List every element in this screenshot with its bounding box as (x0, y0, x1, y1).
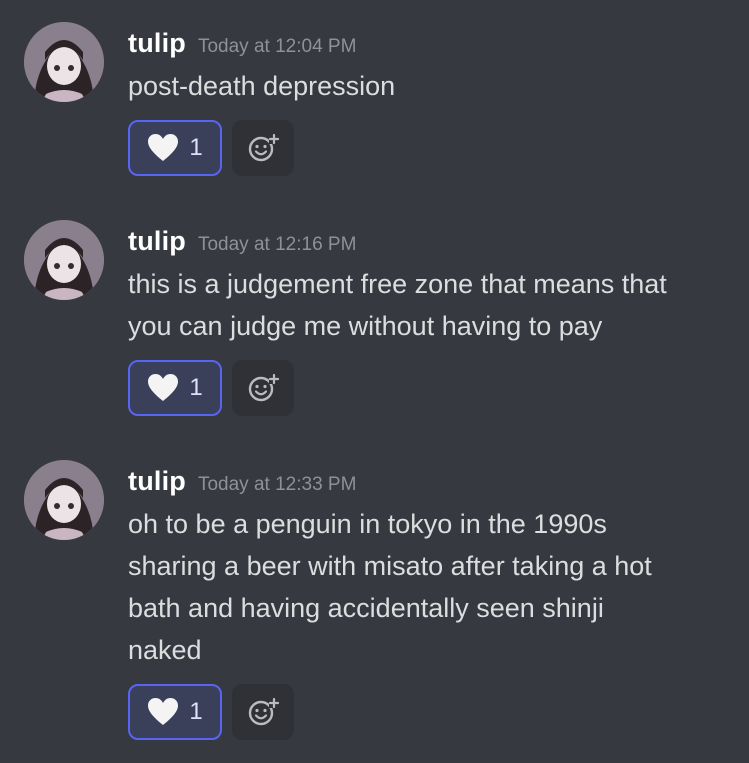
username[interactable]: tulip (128, 28, 186, 58)
reactions-bar: 1 (128, 684, 294, 740)
message-line: this is a judgement free zone that means… (128, 269, 667, 299)
message-content: post-death depression (128, 65, 728, 107)
avatar[interactable] (24, 460, 104, 540)
reaction-heart[interactable]: 1 (128, 684, 222, 740)
add-emoji-icon (248, 697, 279, 726)
message-content: oh to be a penguin in tokyo in the 1990s… (128, 503, 728, 671)
timestamp: Today at 12:16 PM (197, 234, 357, 255)
reaction-count: 1 (189, 698, 203, 725)
reaction-count: 1 (189, 374, 203, 401)
timestamp: Today at 12:04 PM (197, 36, 357, 57)
avatar[interactable] (24, 220, 104, 300)
white-heart-icon (148, 134, 179, 161)
message-line: bath and having accidentally seen shinji (128, 593, 604, 623)
add-reaction-button[interactable] (232, 684, 294, 740)
message-line: post-death depression (128, 71, 396, 101)
reaction-count: 1 (189, 134, 203, 161)
reaction-heart[interactable]: 1 (128, 360, 222, 416)
reactions-bar: 1 (128, 120, 294, 176)
timestamp: Today at 12:33 PM (197, 474, 357, 495)
add-reaction-button[interactable] (232, 120, 294, 176)
add-reaction-button[interactable] (232, 360, 294, 416)
reaction-heart[interactable]: 1 (128, 120, 222, 176)
add-emoji-icon (248, 133, 279, 162)
message-line: you can judge me without having to pay (128, 311, 603, 341)
message-line: naked (128, 635, 202, 665)
white-heart-icon (148, 698, 179, 725)
username[interactable]: tulip (128, 226, 186, 256)
reactions-bar: 1 (128, 360, 294, 416)
white-heart-icon (148, 374, 179, 401)
username[interactable]: tulip (128, 466, 186, 496)
message-content: this is a judgement free zone that means… (128, 263, 728, 347)
message-line: sharing a beer with misato after taking … (128, 551, 652, 581)
add-emoji-icon (248, 373, 279, 402)
avatar[interactable] (24, 22, 104, 102)
message-line: oh to be a penguin in tokyo in the 1990s (128, 509, 607, 539)
